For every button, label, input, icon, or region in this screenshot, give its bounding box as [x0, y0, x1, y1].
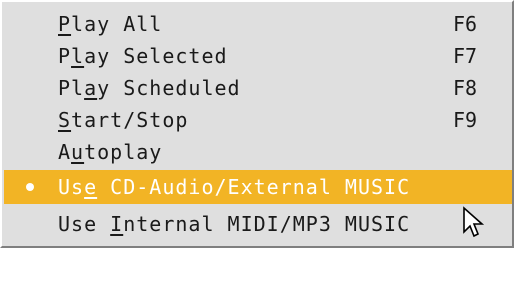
radio-bullet-icon — [26, 183, 34, 191]
menu-item-use-internal-midi-mp3-music[interactable]: Use Internal MIDI/MP3 MUSIC — [4, 208, 512, 240]
menu-item-label: Start/Stop — [58, 108, 189, 132]
menu-item-play-all[interactable]: Play All F6 — [4, 8, 512, 40]
menu-item-use-cd-audio-external-music[interactable]: Use CD-Audio/External MUSIC — [4, 170, 512, 204]
menu-item-start-stop[interactable]: Start/Stop F9 — [4, 104, 512, 136]
menu-item-play-scheduled[interactable]: Play Scheduled F8 — [4, 72, 512, 104]
arrow-pointer-icon — [463, 206, 485, 238]
shortcut-f9: F9 — [453, 108, 478, 132]
menu-item-autoplay[interactable]: Autoplay — [4, 136, 512, 168]
shortcut-f7: F7 — [453, 44, 478, 68]
shortcut-f6: F6 — [453, 12, 478, 36]
menu-item-label: Use Internal MIDI/MP3 MUSIC — [58, 212, 411, 236]
menu-item-label: Autoplay — [58, 140, 163, 164]
shortcut-f8: F8 — [453, 76, 478, 100]
menu-item-label: Play All — [58, 12, 163, 36]
context-menu: Play All F6 Play Selected F7 Play Schedu… — [0, 0, 514, 248]
menu-item-label: Play Selected — [58, 44, 228, 68]
menu-item-label: Use CD-Audio/External MUSIC — [58, 175, 411, 199]
menu-item-label: Play Scheduled — [58, 76, 241, 100]
menu-item-play-selected[interactable]: Play Selected F7 — [4, 40, 512, 72]
